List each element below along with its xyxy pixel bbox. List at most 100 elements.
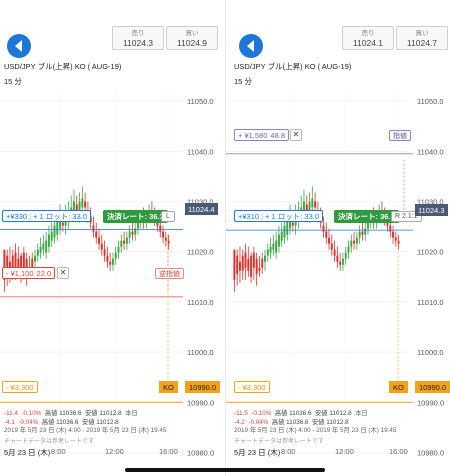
y-tick-label: 11040.0 — [187, 147, 214, 156]
candle — [164, 237, 167, 241]
candle — [233, 249, 236, 280]
candle — [50, 231, 53, 241]
back-button[interactable] — [7, 34, 31, 58]
high-today: 高値 11036.6 — [44, 410, 82, 417]
ko-tag[interactable]: KO — [159, 381, 178, 393]
candle — [389, 225, 392, 232]
back-button[interactable] — [239, 34, 263, 58]
x-tick-label: 12:00 — [105, 447, 124, 456]
candle — [277, 234, 280, 247]
ko-label: KO — [163, 382, 174, 392]
buy-quote-button[interactable]: 買い 11024.9 — [166, 26, 218, 50]
ko-pnl-pill[interactable]: - ¥3,300 — [2, 381, 38, 393]
candle — [364, 228, 367, 235]
ko-tag[interactable]: KO — [389, 381, 408, 393]
candle — [238, 261, 241, 271]
limit-pnl-pill[interactable]: + ¥1,580 48.8 — [234, 129, 290, 141]
current-price-tag: 11024.3 — [415, 204, 448, 216]
candle — [47, 234, 50, 247]
y-tick-label: 10990.0 — [187, 398, 214, 407]
back-arrow-icon — [15, 40, 22, 52]
candle — [42, 243, 45, 250]
remove-limit-button[interactable]: ✕ — [290, 129, 302, 141]
close-rate-label: 決済レート: 36.1 — [338, 212, 395, 221]
limit-order-label: 指値 — [393, 132, 407, 140]
position-tag[interactable]: L — [161, 211, 175, 222]
close-rate-button[interactable]: 決済レート: 36.3 — [103, 210, 168, 223]
buy-price: 11024.9 — [176, 38, 208, 48]
candle — [45, 240, 48, 253]
candle — [322, 225, 325, 232]
timeframe-label[interactable]: 15 分 — [234, 76, 252, 87]
candle — [328, 237, 330, 244]
position-lots: + 1 ロット: 33.0 — [33, 211, 88, 221]
stop-order-label: 逆指値 — [159, 270, 180, 278]
candle — [106, 255, 109, 262]
change-pct-range: -0.04% — [248, 418, 269, 426]
candle — [236, 255, 239, 274]
ko-pnl-pill[interactable]: - ¥3,300 — [234, 381, 270, 393]
home-indicator — [125, 468, 325, 472]
current-price: 11024.4 — [188, 204, 215, 214]
stop-value: 22.0 — [36, 268, 52, 278]
candle — [330, 243, 333, 250]
change-pct-today: -0.10% — [251, 410, 272, 417]
candle — [258, 267, 261, 271]
candle — [241, 255, 244, 271]
limit-order-tag[interactable]: 指値 — [389, 130, 411, 141]
range-label: 2019 年 5月 23 日 (木) 4:00 - 2019 年 5月 23 日… — [4, 427, 167, 434]
x-tick-label: 8:00 — [51, 447, 66, 456]
candle — [250, 255, 253, 277]
change-range: -4.1 — [4, 418, 15, 426]
sell-price: 11024.3 — [122, 38, 154, 48]
close-rate-label: 決済レート: 36.3 — [107, 212, 164, 221]
stop-pnl-pill[interactable]: - ¥1,100 22.0 — [2, 267, 56, 279]
remove-stop-button[interactable]: ✕ — [57, 267, 69, 279]
candle — [95, 231, 98, 238]
stop-order-tag[interactable]: 逆指値 — [155, 268, 184, 279]
buy-label: 買い — [185, 30, 199, 37]
position-pnl: +¥310 — [238, 211, 260, 221]
candle — [98, 237, 100, 244]
buy-quote-button[interactable]: 買い 11024.7 — [396, 26, 448, 50]
buy-price: 11024.7 — [406, 38, 438, 48]
low-range: 安値 11012.8 — [311, 418, 349, 426]
candle — [244, 252, 247, 268]
position-pnl-pill[interactable]: +¥310 | + 1 ロット: 33.0 — [234, 210, 324, 222]
change-range: -4.2 — [234, 418, 245, 426]
chart-date: 5月 23 日 (木) — [4, 448, 51, 457]
low-today: 安値 11012.8 — [314, 410, 352, 417]
y-tick-label: 11010.0 — [417, 298, 444, 307]
ko-price-tag: 10990.0 — [415, 381, 450, 393]
timeframe-label[interactable]: 15 分 — [4, 76, 22, 87]
candle — [269, 246, 272, 253]
y-tick-label: 10990.0 — [417, 398, 444, 407]
chart-note: チャートデータは参考レートです — [234, 439, 324, 445]
close-rate-button[interactable]: 決済レート: 36.1 — [334, 210, 399, 223]
low-today: 安値 11012.8 — [84, 410, 122, 417]
position-pnl: +¥330 — [6, 211, 28, 221]
candle — [128, 231, 131, 238]
ko-price: 10990.0 — [189, 382, 217, 392]
limit-pnl: + ¥1,580 — [238, 130, 268, 140]
candle — [61, 222, 64, 226]
candle — [311, 198, 314, 208]
chart-note: チャートデータは参考レートです — [4, 439, 94, 445]
candle — [350, 240, 353, 247]
candle — [339, 261, 342, 265]
candle — [394, 237, 397, 241]
sell-price: 11024.1 — [352, 38, 384, 48]
candle — [100, 243, 103, 250]
position-pnl-pill[interactable]: +¥330 | + 1 ロット: 33.0 — [2, 210, 92, 222]
low-range: 安値 11012.8 — [81, 418, 119, 426]
y-tick-label: 10980.0 — [187, 449, 214, 458]
candle — [280, 231, 283, 241]
sell-quote-button[interactable]: 売り 11024.3 — [112, 26, 164, 50]
candle — [291, 222, 294, 226]
sell-quote-button[interactable]: 売り 11024.1 — [342, 26, 394, 50]
ko-price-tag: 10990.0 — [185, 381, 221, 393]
candle — [336, 255, 339, 262]
close-x-icon: ✕ — [292, 130, 300, 139]
candle — [353, 240, 356, 244]
divider: | — [29, 211, 32, 221]
